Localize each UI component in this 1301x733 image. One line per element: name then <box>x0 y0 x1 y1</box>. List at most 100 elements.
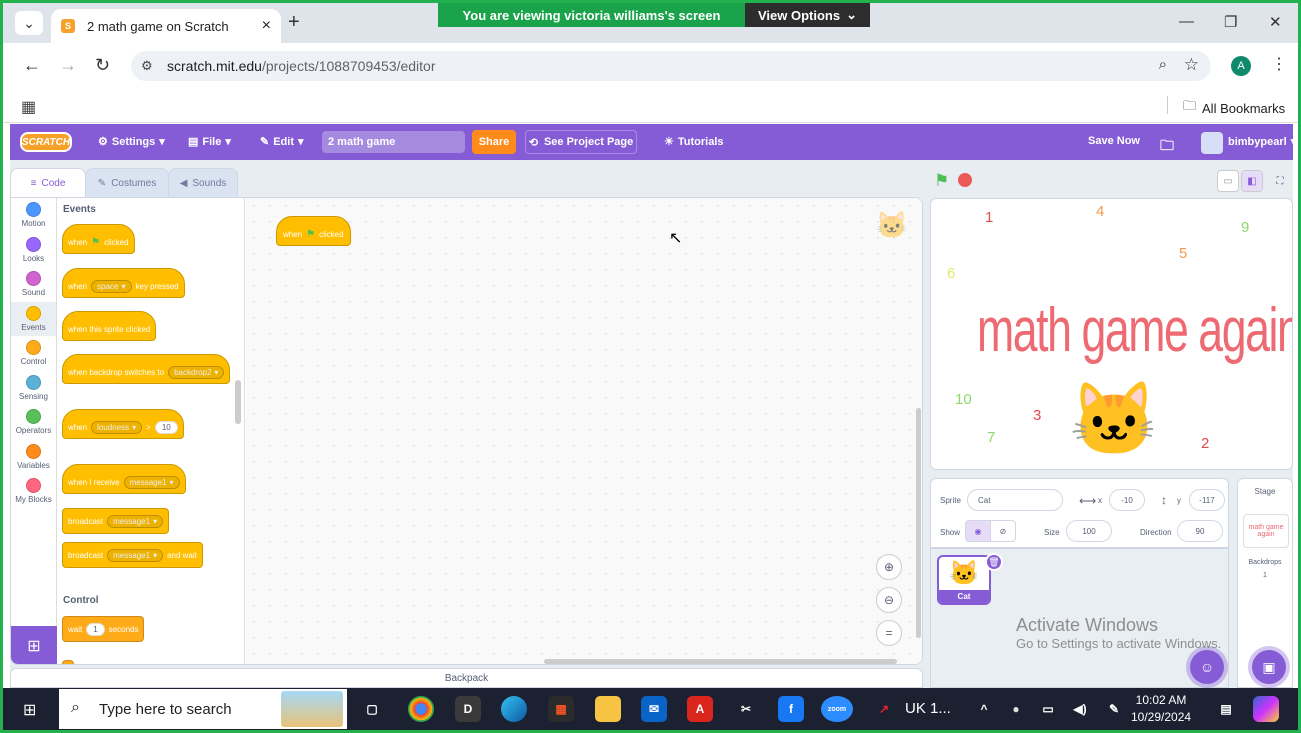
chevron-up-icon[interactable]: ^ <box>971 696 997 722</box>
delete-sprite-button[interactable]: 🗑 <box>985 553 1003 571</box>
forward-icon[interactable]: → <box>59 55 77 76</box>
category-sensing[interactable]: Sensing <box>11 371 56 406</box>
sprite-name-input[interactable]: Cat <box>967 489 1063 511</box>
category-motion[interactable]: Motion <box>11 198 56 233</box>
new-tab-button[interactable]: + <box>288 11 300 34</box>
message-dropdown[interactable]: message1 ▾ <box>123 475 180 489</box>
outlook-icon[interactable]: ✉ <box>641 696 667 722</box>
project-title-input[interactable]: 2 math game <box>322 131 465 153</box>
category-my-blocks[interactable]: My Blocks <box>11 474 56 509</box>
windows-start-icon[interactable]: ⊞ <box>23 700 36 720</box>
taskbar-app-label[interactable]: UK 1... <box>905 700 951 717</box>
size-input[interactable]: 100 <box>1066 520 1112 542</box>
settings-menu[interactable]: ⚙ Settings ▾ <box>98 135 165 149</box>
zoom-reset-button[interactable]: = <box>876 620 902 646</box>
facebook-icon[interactable]: f <box>778 696 804 722</box>
reload-icon[interactable]: ↻ <box>95 55 110 76</box>
restore-button[interactable]: ❐ <box>1224 13 1237 31</box>
notifications-icon[interactable]: ▤ <box>1213 696 1239 722</box>
message-dropdown[interactable]: message1 ▾ <box>107 514 164 528</box>
tab-code[interactable]: ≡ Code <box>10 168 86 198</box>
scratch-logo[interactable]: SCRATCH <box>20 132 72 152</box>
zoom-in-button[interactable]: ⊕ <box>876 554 902 580</box>
show-hidden-button[interactable]: ⊘ <box>990 520 1016 542</box>
file-explorer-icon[interactable] <box>595 696 621 722</box>
address-bar[interactable]: ⚙ scratch.mit.edu/projects/1088709453/ed… <box>131 51 1211 81</box>
globe-icon[interactable]: ● <box>1003 696 1029 722</box>
workspace-vertical-scrollbar[interactable] <box>916 408 921 638</box>
fullscreen-button[interactable]: ⛶ <box>1269 170 1291 192</box>
script-when-flag-clicked[interactable]: when ⚑ clicked <box>276 216 351 246</box>
block-broadcast[interactable]: broadcast message1 ▾ <box>62 508 170 534</box>
green-flag-button[interactable]: ⚑ <box>934 171 949 191</box>
small-stage-button[interactable]: ▭ <box>1217 170 1239 192</box>
my-stuff-folder-icon[interactable]: 🗀 <box>1160 135 1174 159</box>
sprite-tile-cat[interactable]: 🐱 Cat <box>937 555 991 605</box>
view-options-button[interactable]: View Options ⌄ <box>745 3 870 27</box>
taskbar-search[interactable]: ⌕ Type here to search <box>59 689 347 729</box>
number-input[interactable]: 10 <box>154 420 178 434</box>
pen-icon[interactable]: ✎ <box>1101 696 1127 722</box>
file-menu[interactable]: ▤ File ▾ <box>188 135 231 149</box>
minimize-button[interactable]: — <box>1179 13 1194 30</box>
block-when-flag-clicked[interactable]: when ⚑ clicked <box>62 224 135 254</box>
bookmark-star-icon[interactable]: ☆ <box>1184 55 1199 75</box>
browser-menu-icon[interactable]: ⋮ <box>1271 54 1287 74</box>
block-partial[interactable] <box>62 660 74 664</box>
tab-costumes[interactable]: ✎ Costumes <box>85 168 169 198</box>
block-when-key-pressed[interactable]: when space ▾ key pressed <box>62 268 185 298</box>
edit-menu[interactable]: ✎ Edit ▾ <box>260 135 304 149</box>
choose-sprite-button[interactable]: ☺ <box>1190 650 1224 684</box>
share-button[interactable]: Share <box>472 130 516 154</box>
browser-tab[interactable]: S 2 math game on Scratch × <box>51 9 281 43</box>
category-operators[interactable]: Operators <box>11 405 56 440</box>
x-input[interactable]: -10 <box>1109 489 1145 511</box>
taskbar-clock[interactable]: 10:02 AM 10/29/2024 <box>1131 692 1191 726</box>
tab-sounds[interactable]: ◀ Sounds <box>168 168 238 198</box>
y-input[interactable]: -117 <box>1189 489 1225 511</box>
edge-icon[interactable] <box>501 696 527 722</box>
user-avatar[interactable] <box>1201 132 1223 154</box>
workspace-horizontal-scrollbar[interactable] <box>544 659 897 664</box>
category-events[interactable]: Events <box>11 301 56 336</box>
message-dropdown[interactable]: message1 ▾ <box>107 548 164 562</box>
copilot-icon[interactable] <box>1253 696 1279 722</box>
number-input[interactable]: 1 <box>86 622 105 636</box>
tutorials-button[interactable]: ☀ Tutorials <box>664 135 724 149</box>
snipping-tool-icon[interactable]: ✂ <box>733 696 759 722</box>
all-bookmarks-button[interactable]: 🗀 All Bookmarks <box>1183 97 1285 119</box>
category-looks[interactable]: Looks <box>11 233 56 268</box>
block-wait-seconds[interactable]: wait 1 seconds <box>62 616 145 642</box>
choose-backdrop-button[interactable]: ▣ <box>1252 650 1286 684</box>
sensor-dropdown[interactable]: loudness ▾ <box>91 420 143 434</box>
block-when-loudness[interactable]: when loudness ▾ >10 <box>62 409 184 439</box>
key-dropdown[interactable]: space ▾ <box>91 279 132 293</box>
task-view-icon[interactable]: ▢ <box>359 696 385 722</box>
show-visible-button[interactable]: ◉ <box>965 520 991 542</box>
category-control[interactable]: Control <box>11 336 56 371</box>
stop-button[interactable] <box>958 173 972 187</box>
site-info-icon[interactable]: ⚙ <box>141 58 153 74</box>
back-icon[interactable]: ← <box>23 55 41 76</box>
chrome-icon[interactable] <box>408 696 434 722</box>
category-sound[interactable]: Sound <box>11 267 56 302</box>
palette-scrollbar[interactable] <box>235 380 241 424</box>
acrobat-icon[interactable]: A <box>687 696 713 722</box>
close-window-button[interactable]: ✕ <box>1269 13 1282 31</box>
stage-canvas[interactable]: 1 4 9 5 6 math game again 10 3 6 7 2 🐱 <box>930 198 1293 470</box>
app-d-icon[interactable]: D <box>455 696 481 722</box>
save-now-button[interactable]: Save Now <box>1088 135 1140 147</box>
see-project-page-button[interactable]: ⟲ See Project Page <box>525 130 637 154</box>
block-when-sprite-clicked[interactable]: when this sprite clicked <box>62 311 157 341</box>
zoom-icon[interactable]: ⌕ <box>1159 56 1167 73</box>
direction-input[interactable]: 90 <box>1177 520 1223 542</box>
block-when-backdrop-switches[interactable]: when backdrop switches to backdrop2 ▾ <box>62 354 231 384</box>
profile-avatar[interactable]: A <box>1231 56 1251 76</box>
script-workspace[interactable]: when ⚑ clicked 🐱 ↖ ⊕ ⊖ = <box>246 198 922 664</box>
block-when-i-receive[interactable]: when I receive message1 ▾ <box>62 464 186 494</box>
microsoft-store-icon[interactable]: ▦ <box>548 696 574 722</box>
apps-grid-icon[interactable]: ▦ <box>21 97 36 117</box>
normal-stage-button[interactable]: ◧ <box>1241 170 1263 192</box>
category-variables[interactable]: Variables <box>11 440 56 475</box>
zoom-app-icon[interactable]: zoom <box>821 696 853 722</box>
